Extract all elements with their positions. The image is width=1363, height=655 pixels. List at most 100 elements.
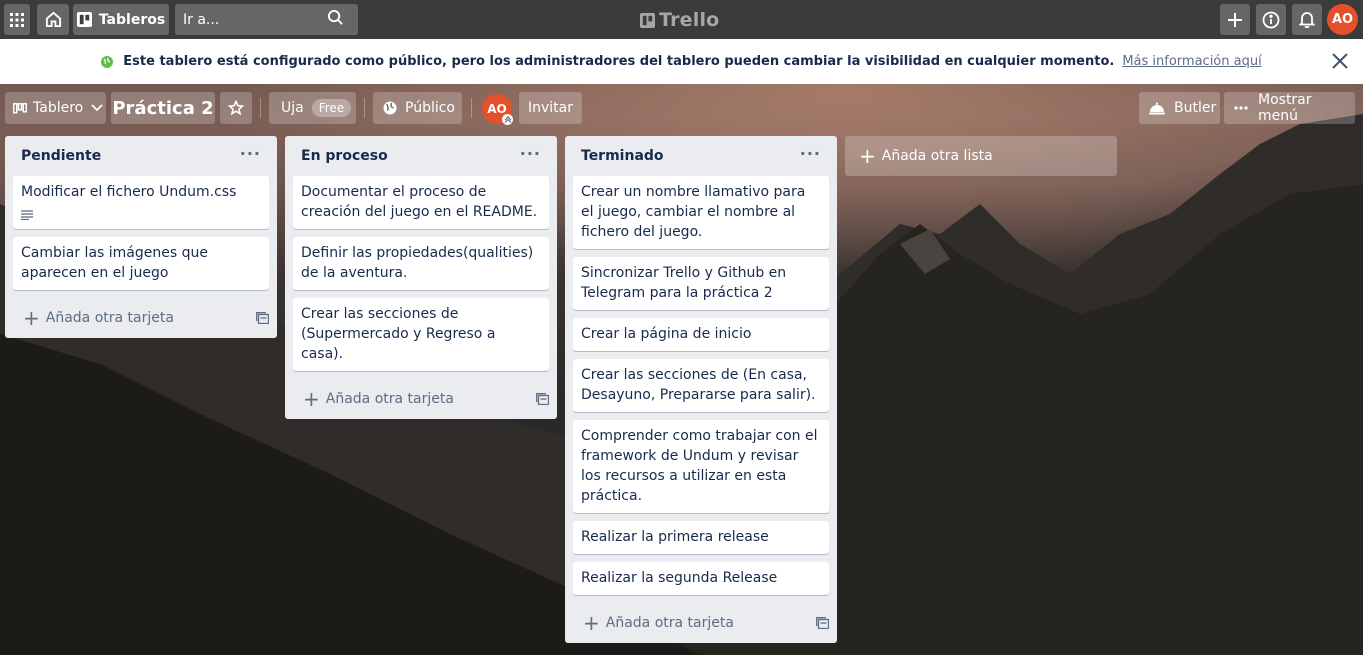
list-terminado: Terminado ··· Crear un nombre llamativo … — [565, 136, 837, 643]
card[interactable]: Crear un nombre llamativo para el juego,… — [573, 176, 829, 249]
card-title: Cambiar las imágenes que aparecen en el … — [21, 245, 208, 281]
workspace-button[interactable]: Uja Free — [269, 92, 356, 124]
admin-badge-icon — [502, 114, 513, 125]
template-icon[interactable] — [536, 393, 549, 405]
card-title: Documentar el proceso de creación del ju… — [301, 184, 538, 220]
grid-icon — [10, 12, 24, 27]
user-avatar[interactable]: AO — [1327, 4, 1358, 35]
card[interactable]: Documentar el proceso de creación del ju… — [293, 176, 549, 229]
card-title: Comprender como trabajar con el framewor… — [581, 428, 818, 504]
card-title: Crear las secciones de (Supermercado y R… — [301, 306, 496, 362]
plus-icon: + — [23, 306, 40, 330]
list-title[interactable]: Terminado — [581, 148, 664, 164]
card-title: Crear las secciones de (En casa, Desayun… — [581, 367, 816, 403]
add-card-button[interactable]: + Añada otra tarjeta — [303, 389, 454, 409]
list-header[interactable]: Terminado ··· — [565, 136, 837, 176]
more-info-link[interactable]: Más información aquí — [1122, 54, 1261, 69]
board-view-switcher[interactable]: Tablero — [5, 92, 106, 124]
card[interactable]: Crear la página de inicio — [573, 318, 829, 351]
list-header[interactable]: En proceso ··· — [285, 136, 557, 176]
board-view-label: Tablero — [33, 100, 84, 116]
card[interactable]: Crear las secciones de (Supermercado y R… — [293, 298, 549, 371]
list-title[interactable]: Pendiente — [21, 148, 101, 164]
template-icon[interactable] — [256, 312, 269, 324]
info-icon — [1262, 11, 1280, 29]
boards-label: Tableros — [98, 11, 166, 28]
card-title: Crear un nombre llamativo para el juego,… — [581, 184, 806, 240]
card[interactable]: Crear las secciones de (En casa, Desayun… — [573, 359, 829, 412]
add-card-button[interactable]: + Añada otra tarjeta — [23, 308, 174, 328]
list-title[interactable]: En proceso — [301, 148, 388, 164]
description-icon — [21, 206, 261, 222]
board-title[interactable]: Práctica 2 — [111, 92, 215, 124]
add-list-button[interactable]: + Añada otra lista — [845, 136, 1117, 176]
card[interactable]: Cambiar las imágenes que aparecen en el … — [13, 237, 269, 290]
close-notice-button[interactable] — [1330, 51, 1350, 71]
add-list-label: Añada otra lista — [881, 148, 993, 164]
card-title: Realizar la segunda Release — [581, 570, 778, 586]
card[interactable]: Definir las propiedades(qualities) de la… — [293, 237, 549, 290]
visibility-label: Público — [405, 100, 455, 116]
boards-button[interactable]: Tableros — [73, 4, 169, 35]
board-icon — [76, 12, 92, 27]
member-avatar[interactable]: AO — [482, 94, 513, 125]
notifications-button[interactable] — [1292, 4, 1322, 35]
info-button[interactable] — [1256, 4, 1286, 35]
home-icon — [45, 11, 62, 28]
card[interactable]: Realizar la segunda Release — [573, 562, 829, 595]
add-card-row: + Añada otra tarjeta — [285, 379, 557, 419]
list-menu-icon[interactable]: ··· — [520, 144, 541, 169]
more-icon — [1234, 106, 1248, 110]
list-menu-icon[interactable]: ··· — [240, 144, 261, 169]
search-box[interactable] — [175, 4, 358, 35]
card[interactable]: Sincronizar Trello y Github en Telegram … — [573, 257, 829, 310]
list-en-proceso: En proceso ··· Documentar el proceso de … — [285, 136, 557, 419]
plus-icon: + — [303, 387, 320, 411]
divider — [364, 98, 365, 118]
search-input[interactable] — [175, 11, 325, 28]
card[interactable]: Realizar la primera release — [573, 521, 829, 554]
home-button[interactable] — [37, 4, 69, 35]
template-icon[interactable] — [816, 617, 829, 629]
butler-label: Butler — [1174, 100, 1217, 116]
divider — [260, 98, 261, 118]
add-card-row: + Añada otra tarjeta — [565, 603, 837, 643]
star-board-button[interactable] — [220, 92, 252, 124]
card-title: Realizar la primera release — [581, 529, 769, 545]
add-card-label: Añada otra tarjeta — [325, 391, 454, 407]
list-header[interactable]: Pendiente ··· — [5, 136, 277, 176]
show-menu-label: Mostrar menú — [1258, 92, 1312, 124]
card[interactable]: Comprender como trabajar con el framewor… — [573, 420, 829, 513]
card-title: Crear la página de inicio — [581, 326, 752, 342]
create-button[interactable] — [1220, 4, 1250, 35]
bell-icon — [1299, 11, 1315, 28]
divider — [471, 98, 472, 118]
card[interactable]: Modificar el fichero Undum.css — [13, 176, 269, 229]
add-card-label: Añada otra tarjeta — [45, 310, 174, 326]
list-menu-icon[interactable]: ··· — [800, 144, 821, 169]
plus-icon: + — [583, 611, 600, 635]
butler-button[interactable]: Butler — [1139, 92, 1220, 124]
top-navigation-bar: Tableros Trello AO — [0, 0, 1363, 39]
logo-text: Trello — [659, 9, 720, 31]
workspace-name: Uja — [281, 100, 304, 116]
close-icon — [1330, 53, 1350, 75]
chevron-down-icon — [91, 104, 103, 112]
card-list: Documentar el proceso de creación del ju… — [285, 176, 557, 371]
show-menu-button[interactable]: Mostrar menú — [1224, 92, 1355, 124]
search-icon — [327, 9, 344, 30]
add-card-label: Añada otra tarjeta — [605, 615, 734, 631]
card-list: Crear un nombre llamativo para el juego,… — [565, 176, 837, 595]
trello-logo[interactable]: Trello — [640, 7, 719, 33]
plan-badge: Free — [311, 99, 352, 117]
add-card-button[interactable]: + Añada otra tarjeta — [583, 613, 734, 633]
globe-icon — [383, 101, 397, 115]
apps-switcher-button[interactable] — [4, 4, 30, 35]
plus-icon — [1227, 12, 1243, 28]
globe-icon — [101, 55, 114, 68]
card-title: Sincronizar Trello y Github en Telegram … — [581, 265, 787, 301]
invite-button[interactable]: Invitar — [519, 92, 582, 124]
notice-text: Este tablero está configurado como públi… — [123, 54, 1115, 69]
visibility-button[interactable]: Público — [373, 92, 462, 124]
board-view-icon — [13, 102, 27, 114]
